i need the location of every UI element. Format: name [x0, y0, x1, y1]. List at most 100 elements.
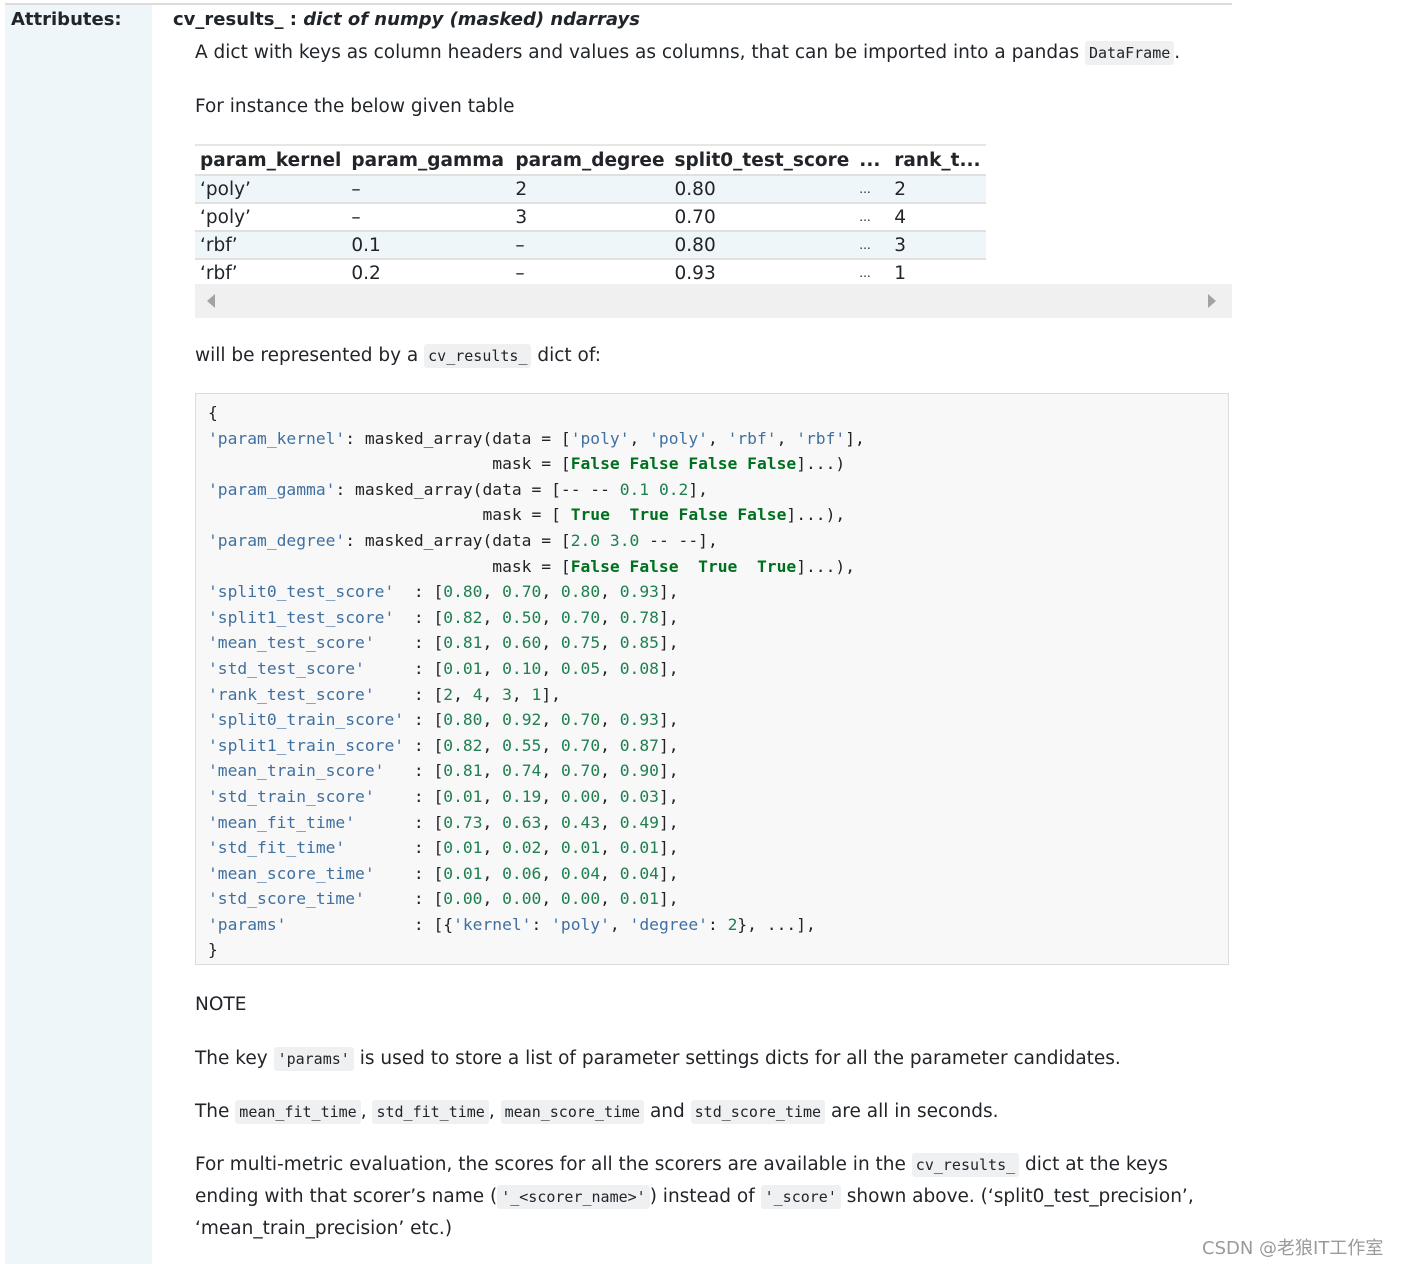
code-keyword: True	[570, 505, 610, 525]
attribute-type: dict of numpy (masked) ndarrays	[303, 9, 640, 30]
instance-paragraph: For instance the below given table	[195, 96, 515, 117]
code-number: 0.05	[560, 658, 601, 678]
table-cell: –	[510, 231, 670, 260]
horizontal-scrollbar[interactable]	[195, 284, 1232, 318]
note-seconds-paragraph: The mean_fit_time, std_fit_time, mean_sc…	[195, 1096, 999, 1128]
note-text: is used to store a list of parameter set…	[353, 1048, 1121, 1069]
code-number: 0.00	[502, 889, 542, 909]
code-keyword: False	[570, 454, 620, 474]
scroll-left-arrow-icon[interactable]	[207, 294, 215, 308]
code-number: 0.00	[560, 889, 601, 909]
code-string: 'kernel'	[453, 914, 532, 934]
attribute-signature: cv_results_ : dict of numpy (masked) nda…	[173, 9, 640, 30]
multimetric-line-1: For multi-metric evaluation, the scores …	[195, 1149, 1168, 1181]
code-number: 0.70	[560, 761, 601, 781]
table-cell: ...	[854, 231, 890, 260]
inline-code-dataframe: DataFrame	[1084, 41, 1175, 65]
code-number: 0.80	[560, 582, 601, 602]
code-string: 'rbf'	[796, 428, 846, 448]
code-string: 'std_train_score'	[208, 786, 375, 806]
inline-code-params: 'params'	[273, 1047, 354, 1071]
code-string: 'degree'	[629, 914, 708, 934]
code-number: 0.02	[502, 838, 542, 858]
code-number: 0.19	[502, 786, 542, 806]
code-number: 0.1	[619, 479, 650, 499]
table-header: rank_t...	[889, 144, 986, 176]
code-line: 'rank_test_score' : [2, 4, 3, 1],	[208, 684, 561, 704]
note-text: ,	[488, 1101, 501, 1122]
intro-paragraph: A dict with keys as column headers and v…	[195, 37, 1180, 69]
code-number: 0.00	[560, 786, 601, 806]
code-number: 0.87	[619, 735, 659, 755]
represented-paragraph: will be represented by a cv_results_ dic…	[195, 340, 601, 372]
represented-text-end: dict of:	[531, 345, 601, 366]
code-string: 'split0_train_score'	[208, 710, 405, 730]
code-string: 'rbf'	[727, 428, 777, 448]
code-line: 'params' : [{'kernel': 'poly', 'degree':…	[208, 914, 816, 934]
scroll-right-arrow-icon[interactable]	[1208, 294, 1216, 308]
code-number: 0.06	[502, 863, 542, 883]
code-line: 'param_kernel': masked_array(data = ['po…	[208, 428, 865, 448]
code-number: 0.93	[619, 582, 659, 602]
code-string: 'split1_test_score'	[208, 607, 395, 627]
table-header: split0_test_score	[669, 144, 855, 176]
code-string: 'params'	[208, 914, 287, 934]
code-line: 'split0_test_score' : [0.80, 0.70, 0.80,…	[208, 582, 679, 602]
code-line: 'std_train_score' : [0.01, 0.19, 0.00, 0…	[208, 786, 679, 806]
code-number: 0.04	[560, 863, 601, 883]
inline-code-cv-results: cv_results_	[911, 1153, 1020, 1177]
code-string: 'mean_score_time'	[208, 863, 375, 883]
note-text: and	[644, 1101, 691, 1122]
table-row: ‘poly’ – 2 0.80 ... 2	[195, 175, 986, 204]
code-number: 0.70	[560, 710, 601, 730]
table-header: param_gamma	[346, 144, 511, 176]
code-string: 'split1_train_score'	[208, 735, 405, 755]
table-cell: ‘rbf’	[195, 231, 347, 260]
code-number: 0.03	[619, 786, 659, 806]
code-number: 0.74	[502, 761, 542, 781]
code-number: 0.70	[560, 735, 601, 755]
represented-text: will be represented by a	[195, 345, 425, 366]
code-string: 'std_score_time'	[208, 889, 365, 909]
code-number: 0.01	[443, 838, 483, 858]
code-line: 'std_score_time' : [0.00, 0.00, 0.00, 0.…	[208, 889, 679, 909]
code-keyword: False	[629, 454, 679, 474]
code-line: {	[208, 403, 218, 422]
code-keyword: False	[678, 505, 728, 525]
code-number: 0.85	[619, 633, 659, 653]
table-cell: –	[346, 203, 511, 232]
code-number: 0.81	[443, 633, 483, 653]
note-text: dict at the keys	[1019, 1154, 1168, 1175]
watermark: CSDN @老狼IT工作室	[1202, 1238, 1384, 1259]
section-top-border	[5, 3, 1232, 5]
code-number: 3	[502, 684, 512, 704]
code-line: 'param_degree': masked_array(data = [2.0…	[208, 530, 718, 550]
code-number: 0.2	[658, 479, 689, 499]
code-number: 0.82	[443, 735, 483, 755]
inline-code-std-fit-time: std_fit_time	[372, 1100, 489, 1124]
code-number: 0.78	[619, 607, 659, 627]
code-number: 0.92	[502, 710, 542, 730]
code-keyword: False	[688, 454, 738, 474]
attribute-separator: :	[283, 9, 304, 30]
table-header-row: param_kernel param_gamma param_degree sp…	[195, 144, 986, 176]
intro-text-end: .	[1174, 42, 1181, 63]
note-text: For multi-metric evaluation, the scores …	[195, 1154, 912, 1175]
code-number: 0.01	[443, 863, 483, 883]
code-line: mask = [ True True False False]...),	[208, 505, 846, 525]
multimetric-line-2: ending with that scorer’s name ('_<score…	[195, 1181, 1194, 1213]
code-number: 0.00	[443, 889, 483, 909]
code-keyword: True	[698, 556, 738, 576]
code-string: 'mean_test_score'	[208, 633, 375, 653]
code-string: 'poly'	[570, 428, 630, 448]
code-number: 2	[443, 684, 454, 704]
code-line: }	[208, 940, 218, 960]
table-cell: 1	[889, 259, 986, 288]
code-number: 0.80	[443, 582, 483, 602]
field-list-label-column	[5, 5, 152, 1264]
code-number: 0.50	[502, 607, 542, 627]
code-number: 0.55	[502, 735, 542, 755]
table-header: ...	[854, 144, 890, 176]
code-line: 'param_gamma': masked_array(data = [-- -…	[208, 479, 708, 499]
code-line: 'mean_score_time' : [0.01, 0.06, 0.04, 0…	[208, 863, 679, 883]
